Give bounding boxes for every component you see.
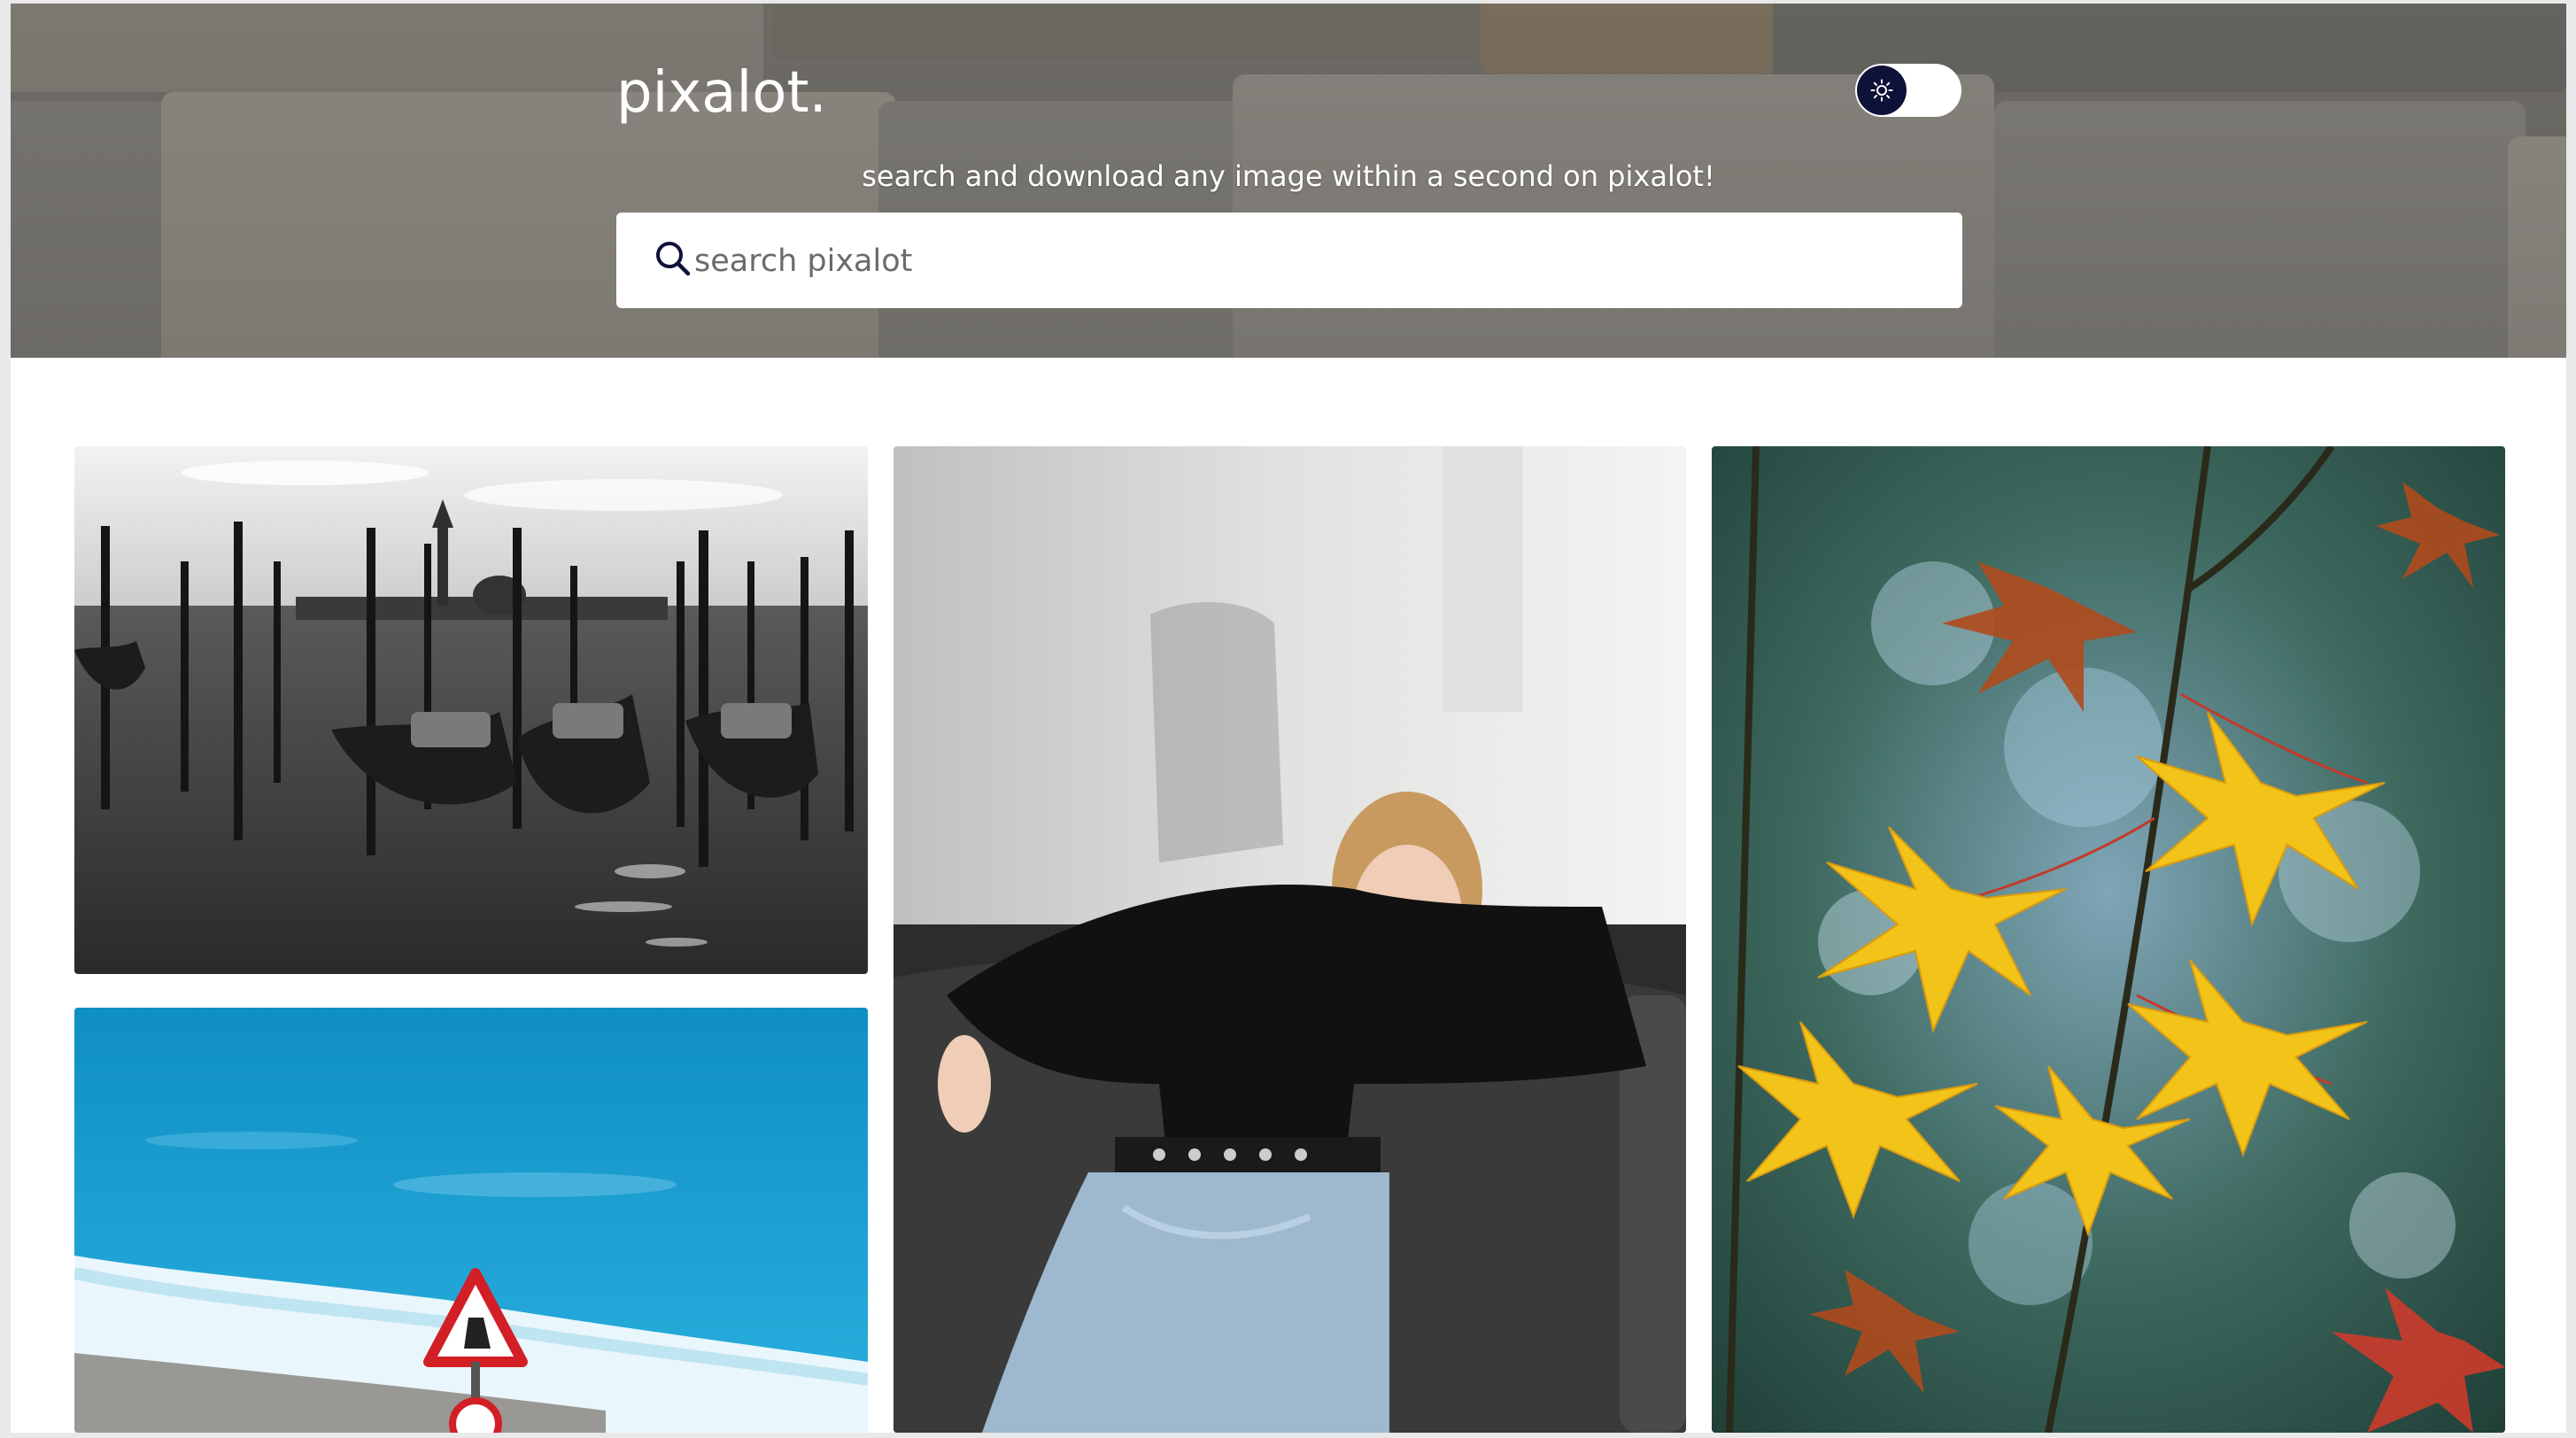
search-icon	[656, 242, 691, 276]
app-page: pixalot. search and download any image w…	[11, 4, 2566, 1433]
sun-icon	[1870, 79, 1893, 102]
theme-toggle-knob[interactable]	[1857, 66, 1907, 115]
gallery-image-maple-leaves[interactable]	[1712, 446, 2505, 1433]
gallery-image-woman-sofa[interactable]	[893, 446, 1686, 1433]
gallery-image-gondolas[interactable]	[74, 446, 868, 974]
hero-header: pixalot. search and download any image w…	[11, 4, 2566, 358]
search-bar[interactable]	[616, 213, 1962, 308]
search-input[interactable]	[692, 230, 1936, 292]
maple-leaves-photo	[1712, 446, 2505, 1433]
tagline: search and download any image within a s…	[862, 159, 1715, 193]
gallery-image-sea-sign[interactable]	[74, 1008, 868, 1433]
sea-sign-photo	[74, 1008, 868, 1433]
gondolas-photo	[74, 446, 868, 974]
woman-sofa-photo	[893, 446, 1686, 1433]
theme-toggle[interactable]	[1855, 64, 1961, 117]
logo[interactable]: pixalot.	[616, 60, 827, 126]
